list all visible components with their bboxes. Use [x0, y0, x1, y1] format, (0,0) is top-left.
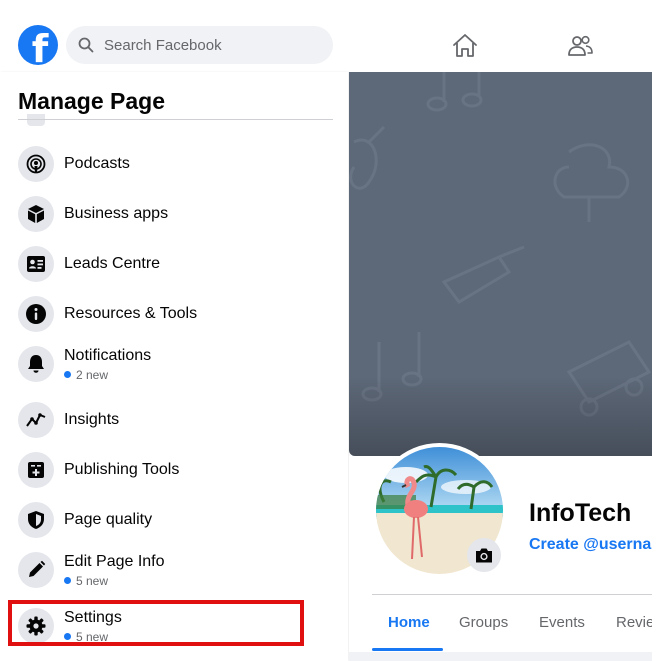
- tab-reviews[interactable]: Revie: [616, 614, 654, 631]
- sidebar-item-edit-page-info[interactable]: Edit Page Info 5 new: [10, 545, 330, 595]
- podcast-icon: [18, 146, 54, 182]
- camera-icon[interactable]: [467, 538, 501, 572]
- sidebar-item-label: Business apps: [64, 205, 169, 222]
- sidebar-item-label: Edit Page Info: [64, 552, 165, 570]
- sidebar-item-insights[interactable]: Insights: [10, 395, 330, 445]
- right-margin: [652, 0, 670, 661]
- settings-highlight-box: [8, 600, 304, 646]
- sidebar-item-podcasts[interactable]: Podcasts: [10, 139, 330, 189]
- tab-groups[interactable]: Groups: [459, 614, 508, 631]
- home-icon[interactable]: [451, 32, 479, 60]
- create-username-link[interactable]: Create @userna: [529, 536, 652, 554]
- sidebar-item-notifications[interactable]: Notifications 2 new: [10, 339, 330, 389]
- trend-icon: [18, 402, 54, 438]
- sidebar-item-label: Publishing Tools: [64, 461, 180, 478]
- sidebar-item-label: Insights: [64, 411, 120, 428]
- id-card-icon: [18, 246, 54, 282]
- sidebar-item-label: Podcasts: [64, 155, 130, 172]
- sidebar-item-label: Resources & Tools: [64, 305, 198, 322]
- sidebar-item-page-quality[interactable]: Page quality: [10, 495, 330, 545]
- calendar-icon: [18, 452, 54, 488]
- partial-item-icon: [27, 114, 45, 126]
- unread-dot: [64, 371, 71, 378]
- pencil-icon: [18, 552, 54, 588]
- cover-photo[interactable]: [349, 72, 652, 456]
- sidebar-item-business-apps[interactable]: Business apps: [10, 189, 330, 239]
- sidebar-item-publishing-tools[interactable]: Publishing Tools: [10, 445, 330, 495]
- tab-events[interactable]: Events: [539, 614, 585, 631]
- shield-icon: [18, 502, 54, 538]
- page-name: InfoTech: [529, 499, 632, 527]
- facebook-logo[interactable]: f: [18, 25, 58, 65]
- sidebar-item-resources-tools[interactable]: Resources & Tools: [10, 289, 330, 339]
- sidebar-title: Manage Page: [18, 88, 165, 114]
- search-box[interactable]: [66, 26, 333, 64]
- search-input[interactable]: [102, 35, 316, 55]
- sidebar-divider: [18, 119, 333, 120]
- manage-page-sidebar: Manage Page Podcasts Business apps Leads…: [0, 72, 348, 661]
- cover-gradient: [349, 376, 652, 456]
- search-icon: [78, 37, 94, 53]
- notification-badge: 2 new: [64, 368, 151, 382]
- sidebar-item-label: Page quality: [64, 511, 153, 528]
- top-bar: f: [0, 0, 670, 72]
- tabs-divider: [372, 594, 652, 595]
- sidebar-item-label: Notifications: [64, 346, 152, 364]
- sidebar-item-label: Leads Centre: [64, 255, 161, 272]
- box-icon: [18, 196, 54, 232]
- tab-home[interactable]: Home: [388, 614, 430, 631]
- sidebar-item-leads-centre[interactable]: Leads Centre: [10, 239, 330, 289]
- active-tab-indicator: [372, 648, 443, 651]
- notification-badge: 5 new: [64, 574, 165, 588]
- friends-icon[interactable]: [566, 32, 594, 60]
- info-icon: [18, 296, 54, 332]
- unread-dot: [64, 577, 71, 584]
- bell-icon: [18, 346, 54, 382]
- content-separator: [349, 652, 652, 661]
